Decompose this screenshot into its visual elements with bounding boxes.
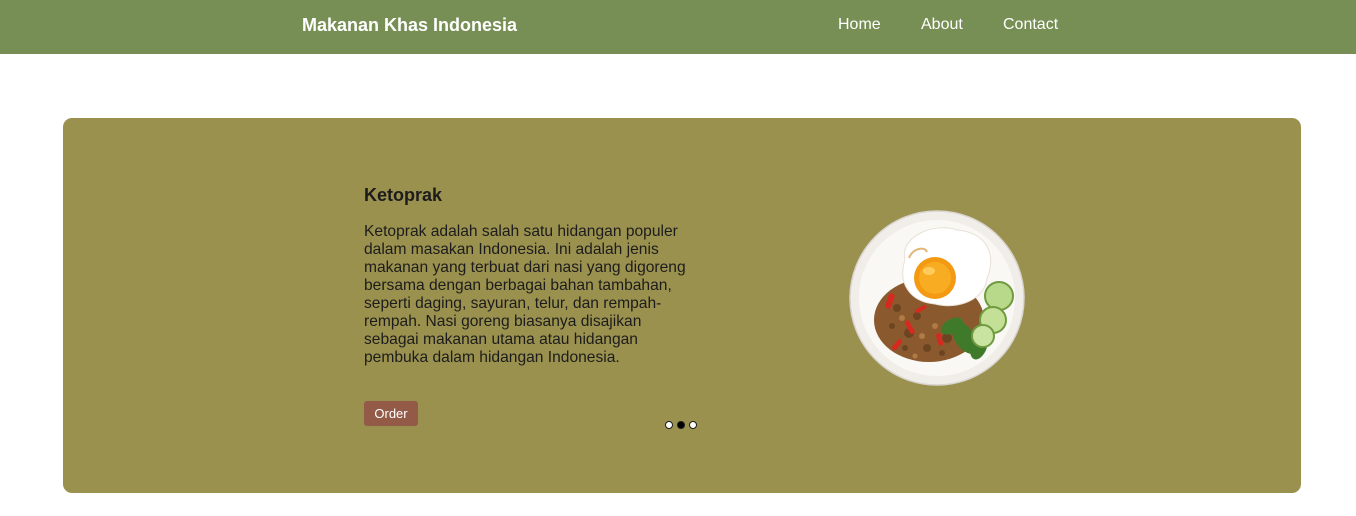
carousel-dot-3[interactable] [689,421,697,429]
nav-contact-link[interactable]: Contact [1003,15,1058,35]
slide-title: Ketoprak [364,185,443,205]
slide-description: Ketoprak adalah salah satu hidangan popu… [364,223,686,366]
brand-title[interactable]: Makanan Khas Indonesia [302,13,517,37]
nav-home-link[interactable]: Home [838,15,881,35]
carousel-indicators [665,421,697,431]
carousel-dot-2[interactable] [677,421,685,429]
nav-about-link[interactable]: About [921,15,963,35]
navbar: Makanan Khas Indonesia Home About Contac… [0,0,1356,54]
order-button[interactable]: Order [364,401,418,426]
hero-carousel: Ketoprak Ketoprak adalah salah satu hida… [63,118,1301,493]
food-plate-icon [849,210,1025,386]
carousel-dot-1[interactable] [665,421,673,429]
